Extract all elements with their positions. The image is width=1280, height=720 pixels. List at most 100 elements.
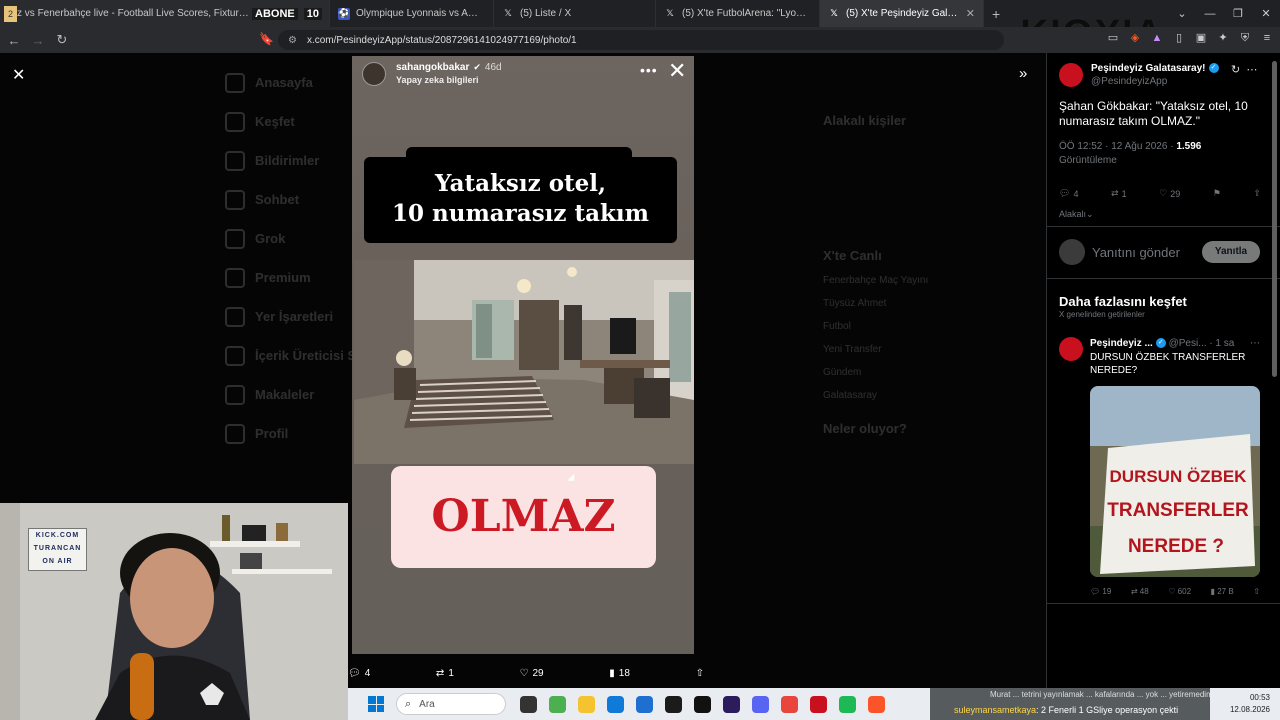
premiere-icon[interactable] [723,695,740,713]
brave-icon[interactable] [868,695,885,713]
brave-shield-icon[interactable]: ◈ [1128,31,1142,45]
menu-icon[interactable]: ≡ [1260,31,1274,45]
avatar[interactable] [1059,337,1083,361]
store-icon[interactable] [636,695,653,713]
close-viewer-icon[interactable]: ✕ [12,65,25,85]
minimize-button[interactable]: — [1196,8,1224,20]
bookmark-icon[interactable]: 🔖 [259,32,274,46]
x-logo-icon: 𝕏 [666,8,674,18]
chevron-down-icon[interactable]: ⌄ [1168,7,1196,20]
wallet-icon[interactable]: ▣ [1194,31,1208,45]
address-bar: ← → ↻ 🔖 ⚙ x.com/PesindeyizApp/status/208… [0,27,1280,53]
scrollbar[interactable] [1272,61,1277,377]
url-text: x.com/PesindeyizApp/status/2087296141024… [306,34,577,46]
soccer-icon: ⚽ [338,7,350,20]
author-handle[interactable]: @PesindeyizApp [1091,76,1167,87]
story-subtitle: Yapay zeka bilgileri [396,75,479,85]
bookmark-button[interactable]: ⚑ [1213,188,1221,199]
like-button[interactable]: ♡ 602 [1168,587,1191,596]
more-dots-icon[interactable]: ⋯ [1246,64,1257,76]
repost-button[interactable]: ⇄ 1 [1111,188,1127,199]
reply-input[interactable]: Yanıtını gönder [1092,245,1180,260]
site-info-icon[interactable]: ⚙ [288,35,297,46]
back-arrow-icon[interactable]: ← [4,33,24,48]
views-button[interactable]: ▮ 18 [609,668,630,679]
app-icon[interactable] [810,695,827,713]
banner-line: DURSUN ÖZBEK [1110,467,1248,486]
stream-chat-ticker: Murat ... tetrini yayınlamak ... kafalar… [930,688,1210,720]
brave-rewards-icon[interactable]: ▲ [1150,31,1164,45]
more-dots-icon[interactable]: ⋯ [1250,338,1260,349]
author-name[interactable]: Peşindeyiz ... [1090,338,1153,349]
like-button[interactable]: ♡ 29 [1159,188,1180,199]
share-button[interactable]: ⇧ [1253,587,1260,596]
new-tab-button[interactable]: + [984,6,1008,22]
like-button[interactable]: ♡ 29 [520,668,544,679]
trend-row: Galatasaray [823,390,877,401]
tab-livescores[interactable]: 2 z vs Fenerbahçe live - Football Live S… [0,0,330,27]
grok-icon[interactable]: ↻ [1231,64,1240,76]
heart-icon: ♡ [1168,587,1176,596]
forward-arrow-icon[interactable]: → [28,33,48,48]
file-explorer-icon[interactable] [578,695,595,713]
repost-button[interactable]: ⇄ 48 [1131,587,1149,596]
tab-title: z vs Fenerbahçe live - Football Live Sco… [17,8,250,19]
capcut-icon[interactable] [694,695,711,713]
repost-button[interactable]: ⇄ 1 [436,668,454,679]
vpn-icon[interactable]: ⛨ [1238,31,1252,45]
reply-button[interactable]: 💬︎ 4 [1059,188,1078,199]
spotify-icon[interactable] [839,695,856,713]
windows-taskbar: ⌕ Ara Murat ... tetrini yayınlamak ... ka… [348,688,1280,720]
screen: 2 z vs Fenerbahçe live - Football Live S… [0,0,1280,720]
sidebar-icon[interactable]: ▯ [1172,31,1186,45]
maximize-button[interactable]: ❐ [1224,7,1252,20]
divider [1047,278,1280,279]
bookmark-icon: ⚑ [1212,188,1221,198]
trend-row: Futbol [823,321,851,332]
taskbar-search[interactable]: ⌕ Ara [396,693,506,715]
chevron-down-icon: ⌄ [1086,209,1094,219]
reply-icon: 💬︎ [1059,188,1071,198]
views-button[interactable]: ▮ 27 B [1211,587,1234,596]
nav-premium: Premium [225,258,356,297]
expand-panel-icon[interactable]: » [1019,65,1027,82]
chat-text: : 2 Fenerli 1 GSliye operasyon çekti [1036,705,1179,715]
close-window-button[interactable]: ✕ [1252,7,1280,20]
tab-x-liste[interactable]: 𝕏 (5) Liste / X [494,0,656,27]
system-clock[interactable]: 00:53 12.08.2026 [1230,692,1270,716]
obs-icon[interactable] [665,695,682,713]
tweet-time[interactable]: ÖÖ 12:52 · 12 Ağu 2026 · [1059,141,1174,152]
discover-subtitle: X genelinden getirilenler [1059,310,1145,319]
tweet2-image[interactable]: DURSUN ÖZBEK TRANSFERLER NEREDE ? [1090,386,1260,577]
reply-button[interactable]: 💬︎ 4 [348,668,370,679]
banner-line: NEREDE ? [1128,536,1224,557]
discord-icon[interactable] [752,695,769,713]
close-tab-icon[interactable]: ✕ [966,7,975,20]
tab-title: Olympique Lyonnais vs AC Sparta Pra [356,8,485,19]
windows-start-icon[interactable] [368,696,384,712]
reply-icon: 💬︎ [348,667,361,679]
task-view-icon[interactable] [520,695,537,713]
copilot-icon[interactable] [549,695,566,713]
url-field[interactable]: ⚙ x.com/PesindeyizApp/status/20872961410… [278,30,1004,50]
reply-submit-button[interactable]: Yanıtla [1202,241,1260,263]
tab-x-futbolarena[interactable]: 𝕏 (5) X'te FutbolArena: "Lyon Teknik Dir [656,0,820,27]
reload-icon[interactable]: ↻ [52,32,72,48]
bar-chart-icon: ▮ [1210,587,1215,596]
tab-lyon-sparta[interactable]: ⚽ Olympique Lyonnais vs AC Sparta Pra [330,0,494,27]
related-sort-dropdown[interactable]: Alakalı⌄ [1059,209,1094,220]
extensions-toolbar: ▭ ◈ ▲ ▯ ▣ ✦ ⛨ ≡ [1106,31,1274,45]
tweet2-text: DURSUN ÖZBEK TRANSFERLER NEREDE? [1090,352,1246,376]
trend-row: Gündem [823,367,862,378]
whats-happening-heading: Neler oluyor? [823,421,907,436]
chrome-icon[interactable] [781,695,798,713]
leo-ai-icon[interactable]: ✦ [1216,31,1230,45]
author-name[interactable]: Peşindeyiz Galatasaray! ✓ [1091,63,1219,74]
share-button[interactable]: ⇧ [1253,188,1261,199]
reply-button[interactable]: 💬︎ 19 [1090,587,1111,596]
edge-icon[interactable] [607,695,624,713]
share-button[interactable]: ⇧ [696,668,704,679]
tab-x-pesindeyiz[interactable]: 𝕏 (5) X'te Peşindeyiz Galatasaray!: ✕ [820,0,984,27]
cast-icon[interactable]: ▭ [1106,31,1120,45]
avatar[interactable] [1059,63,1083,87]
